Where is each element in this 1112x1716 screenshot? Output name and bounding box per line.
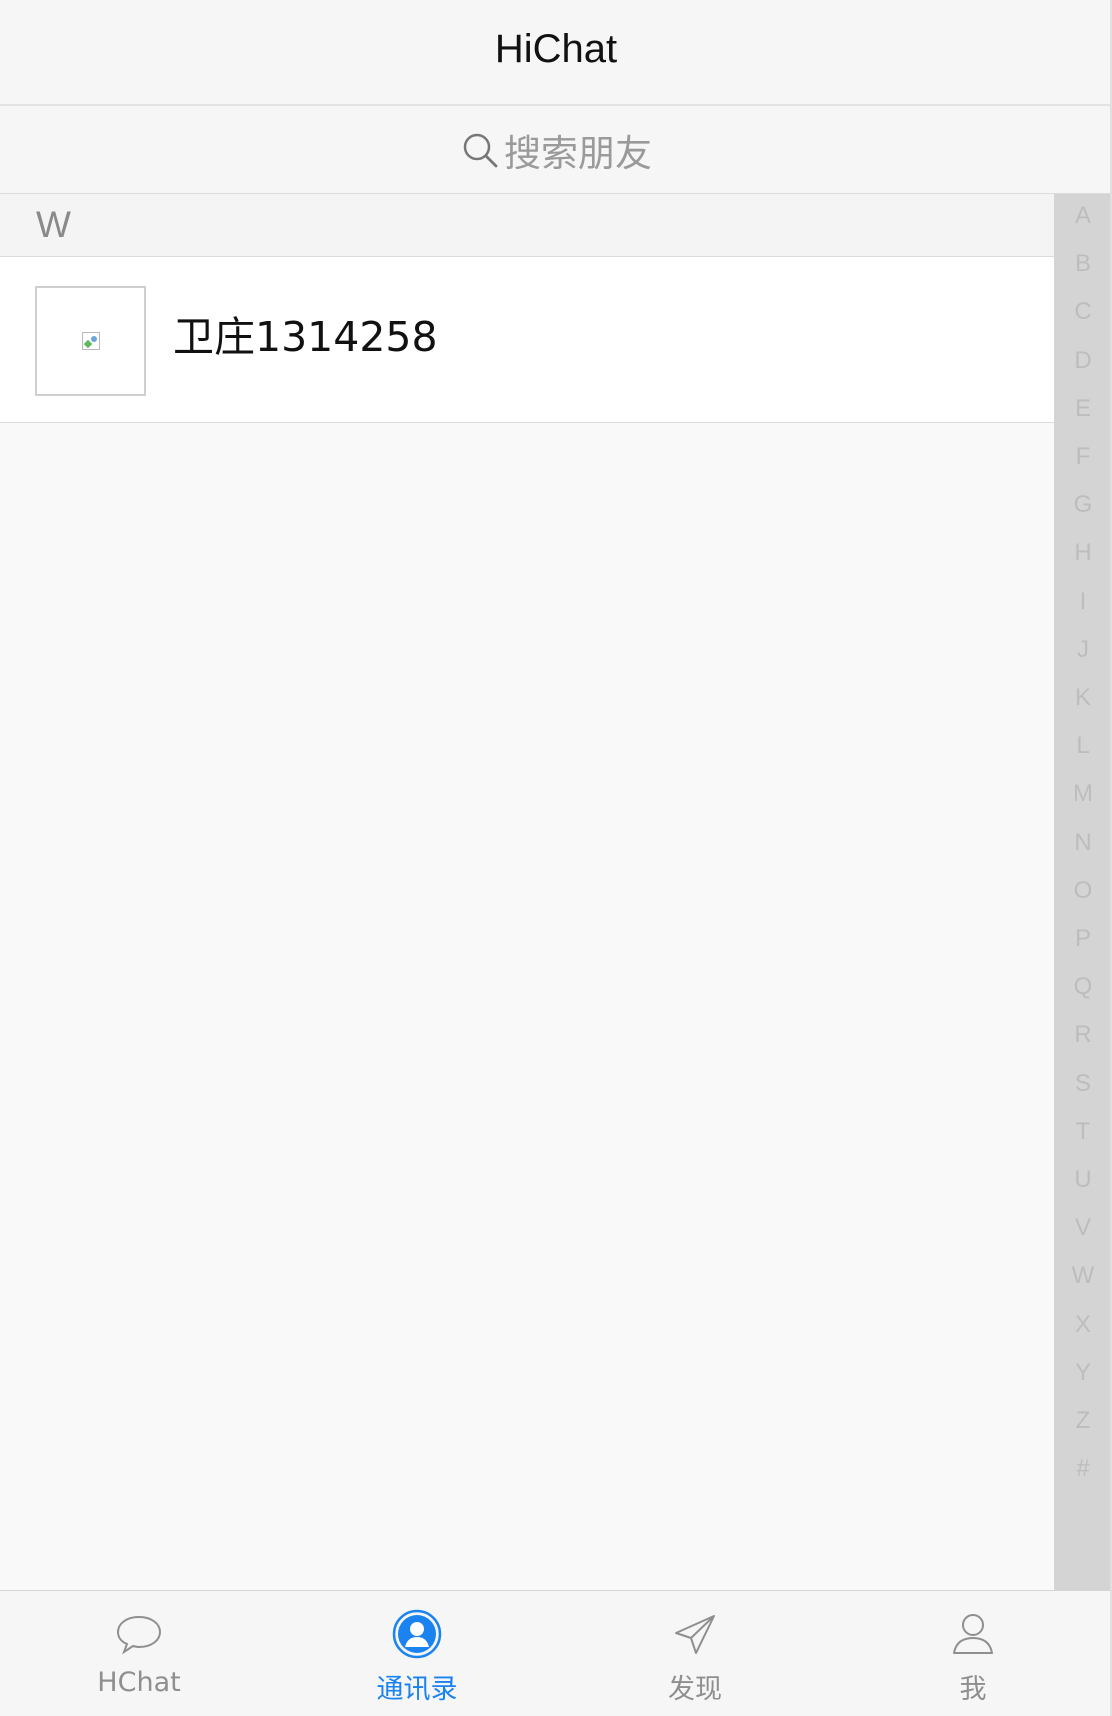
alphabet-index[interactable]: A B C D E F G H I J K L M N O P Q R S T U V W X Y Z # [1054, 194, 1112, 1590]
chat-bubble-icon [116, 1615, 162, 1655]
alpha-index-letter[interactable]: F [1054, 445, 1112, 469]
alpha-index-letter[interactable]: V [1054, 1216, 1112, 1240]
alpha-index-letter[interactable]: N [1054, 830, 1112, 855]
alpha-index-letter[interactable]: R [1054, 1023, 1112, 1047]
page-title: HiChat [494, 26, 618, 71]
alpha-index-letter[interactable]: B [1054, 252, 1112, 276]
alpha-index-letter[interactable]: Z [1054, 1409, 1112, 1433]
section-header: W [0, 194, 1054, 257]
search-bar[interactable]: 搜索朋友 [0, 106, 1112, 194]
alpha-index-letter[interactable]: W [1054, 1264, 1112, 1288]
tab-discover[interactable]: 发现 [556, 1591, 834, 1716]
alpha-index-letter[interactable]: L [1054, 734, 1112, 758]
alpha-index-letter[interactable]: P [1054, 927, 1112, 951]
alpha-index-letter[interactable]: T [1054, 1119, 1112, 1144]
tab-me[interactable]: 我 [834, 1591, 1112, 1716]
alpha-index-letter[interactable]: D [1054, 348, 1112, 373]
tab-label: 我 [959, 1674, 987, 1705]
app-header: HiChat [0, 0, 1112, 106]
alpha-index-letter[interactable]: X [1054, 1312, 1112, 1337]
alpha-index-letter[interactable]: K [1054, 686, 1112, 710]
contact-name: 卫庄1314258 [173, 313, 438, 361]
search-field[interactable]: 搜索朋友 [460, 123, 652, 177]
tab-bar: HChat 通讯录 发现 我 [0, 1590, 1112, 1716]
alpha-index-letter[interactable]: Q [1054, 975, 1112, 999]
paper-plane-icon [675, 1615, 715, 1654]
broken-image-icon [81, 332, 100, 350]
alpha-index-letter[interactable]: # [1054, 1457, 1112, 1481]
alpha-index-letter[interactable]: A [1054, 204, 1112, 228]
tab-label: 通讯录 [376, 1674, 458, 1705]
tab-contacts[interactable]: 通讯录 [278, 1591, 556, 1716]
search-icon [463, 133, 498, 167]
hichat-app: HiChat 搜索朋友 W 卫庄1314258 ABCDEFGHIJKLMNOP… [0, 0, 1112, 1716]
alpha-index-letter[interactable]: M [1054, 782, 1112, 806]
tab-label: 发现 [668, 1674, 722, 1705]
alpha-index-letter[interactable]: Y [1054, 1360, 1112, 1385]
alpha-index-letter[interactable]: I [1054, 589, 1112, 614]
contact-list[interactable]: W 卫庄1314258 [0, 194, 1054, 1590]
section-letter: W [36, 204, 71, 245]
alpha-index-letter[interactable]: G [1054, 493, 1112, 517]
alpha-index-letter[interactable]: H [1054, 541, 1112, 565]
alpha-index-letter[interactable]: C [1054, 300, 1112, 324]
contacts-icon [392, 1609, 442, 1659]
alpha-index-letter[interactable]: J [1054, 637, 1112, 662]
alpha-index-letter[interactable]: U [1054, 1168, 1112, 1192]
alpha-index-letter[interactable]: E [1054, 396, 1112, 421]
tab-hchat[interactable]: HChat [0, 1591, 278, 1716]
avatar[interactable] [35, 286, 146, 396]
alpha-index-letter[interactable]: S [1054, 1071, 1112, 1096]
alpha-index-letter[interactable]: O [1054, 878, 1112, 903]
search-placeholder: 搜索朋友 [504, 131, 652, 175]
contact-row[interactable]: 卫庄1314258 [0, 257, 1054, 423]
tab-label: HChat [97, 1667, 181, 1698]
user-icon [953, 1614, 993, 1654]
